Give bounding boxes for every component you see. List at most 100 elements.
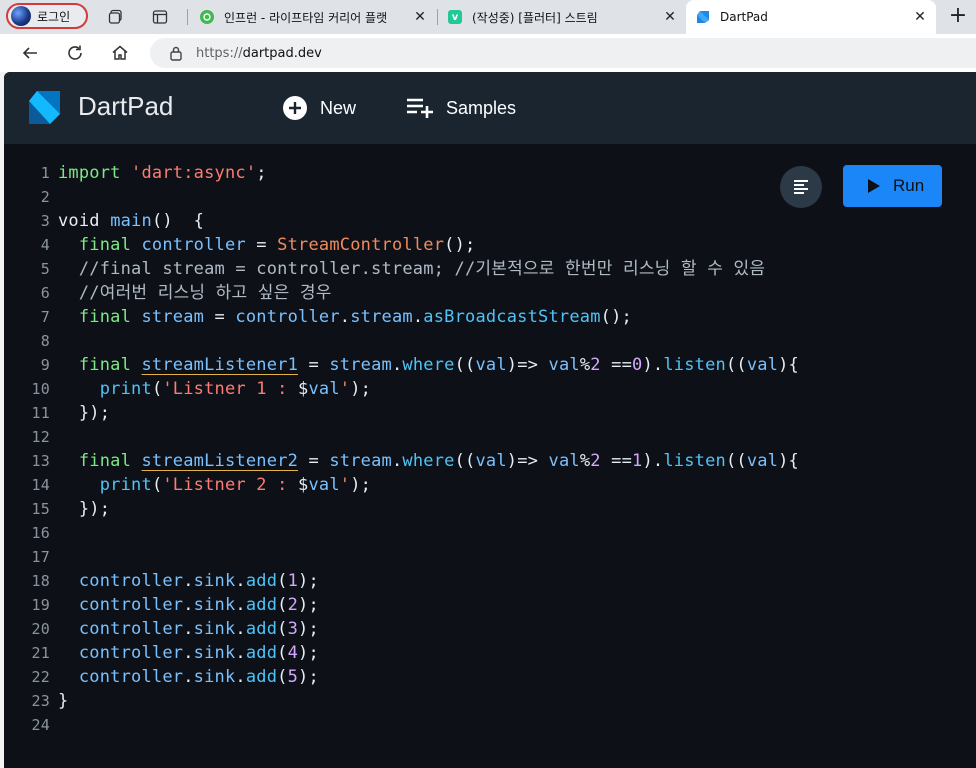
format-button[interactable] — [780, 166, 822, 208]
code-token: ); — [298, 595, 319, 615]
code-token: 3 — [287, 619, 299, 639]
code-token: final — [78, 307, 132, 327]
code-token: 0 — [632, 355, 643, 375]
inflearn-icon — [200, 10, 214, 24]
code-token: StreamController — [277, 235, 445, 255]
code-token: ); — [298, 667, 319, 687]
code-token: . — [235, 667, 246, 687]
code-token: ( — [151, 379, 163, 399]
code-token: 5 — [287, 667, 299, 687]
tab-velog[interactable]: v (작성중) [플러터] 스트림 ✕ — [438, 0, 686, 34]
close-icon[interactable]: ✕ — [912, 9, 928, 25]
code-token: . — [183, 643, 194, 663]
code-token: controller — [78, 643, 184, 663]
line-number: 24 — [31, 716, 50, 734]
code-token: ); — [298, 619, 319, 639]
line-number: 20 — [31, 620, 50, 638]
back-icon[interactable] — [20, 43, 40, 63]
code-token: ( — [277, 619, 288, 639]
samples-label: Samples — [446, 97, 517, 118]
workspaces-icon[interactable] — [106, 7, 126, 27]
code-token: . — [183, 571, 194, 591]
code-token: (( — [725, 355, 747, 375]
line-number: 11 — [31, 404, 50, 422]
code-token: asBroadcastStream — [423, 307, 601, 327]
new-tab-icon[interactable]: + — [946, 5, 970, 29]
profile-button[interactable]: 로그인 — [6, 3, 88, 29]
code-token: )=> — [506, 355, 549, 375]
app-brand: DartPad — [78, 91, 174, 121]
run-button[interactable]: Run — [843, 165, 942, 207]
code-token: ). — [642, 451, 664, 471]
code-token: ( — [277, 571, 288, 591]
line-number: 3 — [40, 212, 50, 230]
lock-icon[interactable] — [168, 45, 184, 61]
code-token: final — [78, 451, 132, 471]
code-token: $ — [298, 475, 309, 495]
play-icon — [868, 179, 880, 193]
code-token: (( — [454, 451, 476, 471]
code-text: print('Listner 1 : $val'); — [58, 377, 371, 401]
code-token: val — [308, 475, 340, 495]
code-token: sink — [193, 643, 236, 663]
code-token: //여러번 리스닝 하고 싶은 경우 — [58, 283, 332, 303]
url-bar[interactable]: https://dartpad.dev — [150, 38, 976, 68]
code-token: ); — [298, 643, 319, 663]
code-token: ); — [350, 379, 372, 399]
code-token: stream — [329, 355, 392, 375]
tab-inflearn[interactable]: 인프런 - 라이프타임 커리어 플랫 ✕ — [190, 0, 436, 34]
code-token: (( — [454, 355, 476, 375]
line-number: 6 — [40, 284, 50, 302]
dart-logo-icon — [29, 91, 60, 124]
line-number: 18 — [31, 572, 50, 590]
code-text: controller.sink.add(5); — [58, 665, 319, 689]
vertical-tabs-icon[interactable] — [150, 7, 170, 27]
code-token: (( — [725, 451, 747, 471]
code-token: add — [245, 643, 278, 663]
code-token: . — [391, 451, 403, 471]
code-token: }); — [58, 499, 111, 519]
tab-title: DartPad — [720, 10, 768, 24]
line-number: 14 — [31, 476, 50, 494]
code-token: main — [110, 211, 152, 231]
code-token: . — [339, 307, 351, 327]
tab-title: (작성중) [플러터] 스트림 — [472, 10, 598, 25]
code-token: val — [746, 355, 779, 375]
code-token: import — [58, 163, 121, 183]
code-token: }); — [58, 403, 111, 423]
code-text: }); — [58, 401, 110, 425]
line-number: 4 — [40, 236, 50, 254]
code-editor[interactable]: 1 import 'dart:async'; 2 3 void main() {4 fi… — [4, 144, 976, 768]
code-token: % — [579, 451, 591, 471]
code-text: } — [58, 689, 68, 713]
code-token: val — [475, 355, 507, 375]
add-circle-icon — [283, 96, 307, 120]
code-token: $ — [298, 379, 309, 399]
line-number: 1 — [40, 164, 50, 182]
code-token: ( — [151, 475, 163, 495]
code-text: final streamListener2 = stream.where((va… — [58, 449, 799, 473]
close-icon[interactable]: ✕ — [662, 9, 678, 25]
close-icon[interactable]: ✕ — [412, 9, 428, 25]
code-token: 2 — [590, 355, 601, 375]
code-token: add — [245, 619, 278, 639]
new-button[interactable]: New — [282, 95, 356, 121]
code-token: controller — [78, 595, 184, 615]
code-token: add — [245, 571, 278, 591]
code-token: == — [600, 355, 633, 375]
samples-button[interactable]: Samples — [406, 95, 516, 121]
code-token: . — [412, 307, 424, 327]
code-token: = — [245, 235, 278, 255]
line-number: 7 — [40, 308, 50, 326]
code-token: sink — [193, 667, 236, 687]
home-icon[interactable] — [110, 43, 130, 63]
code-token: ( — [277, 667, 288, 687]
code-token: 'Listner 1 : — [162, 379, 299, 399]
refresh-icon[interactable] — [65, 43, 85, 63]
tab-dartpad[interactable]: DartPad ✕ — [686, 0, 936, 34]
